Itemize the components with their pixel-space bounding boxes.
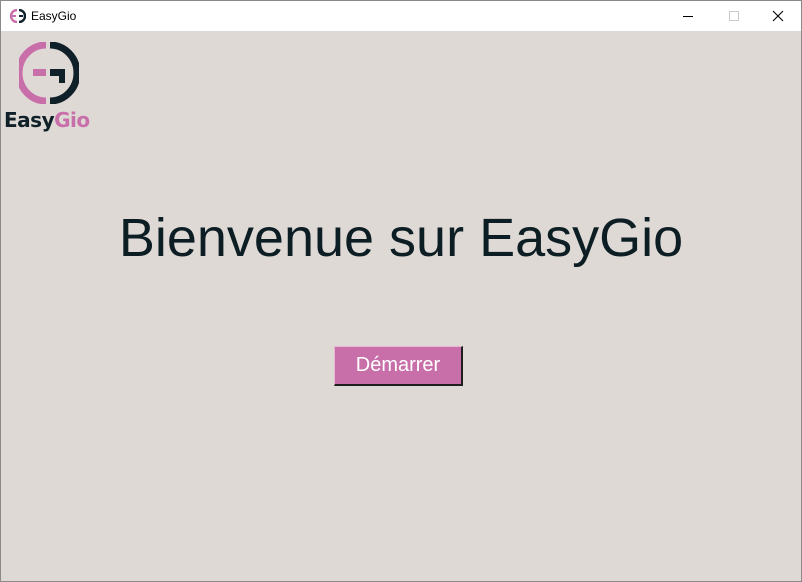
logo-word-easy: Easy [4,108,55,132]
close-icon [772,10,784,22]
close-button[interactable] [755,1,801,31]
logo-wordmark: EasyGio [4,108,90,132]
app-icon [9,8,27,24]
minimize-button[interactable] [665,1,711,31]
start-button[interactable]: Démarrer [334,346,463,386]
title-bar[interactable]: EasyGio [1,1,801,31]
maximize-icon [729,11,739,21]
app-window: EasyGio EasyGio Bienvenue sur EasyGio Dé… [0,0,802,582]
main-content: EasyGio Bienvenue sur EasyGio Démarrer [1,32,801,581]
easygio-logo: EasyGio [4,42,100,138]
window-title: EasyGio [31,9,77,23]
welcome-heading: Bienvenue sur EasyGio [118,208,684,268]
maximize-button[interactable] [711,1,757,31]
minimize-icon [683,16,693,17]
logo-word-gio: Gio [54,108,90,132]
logo-monogram-icon [19,42,79,104]
